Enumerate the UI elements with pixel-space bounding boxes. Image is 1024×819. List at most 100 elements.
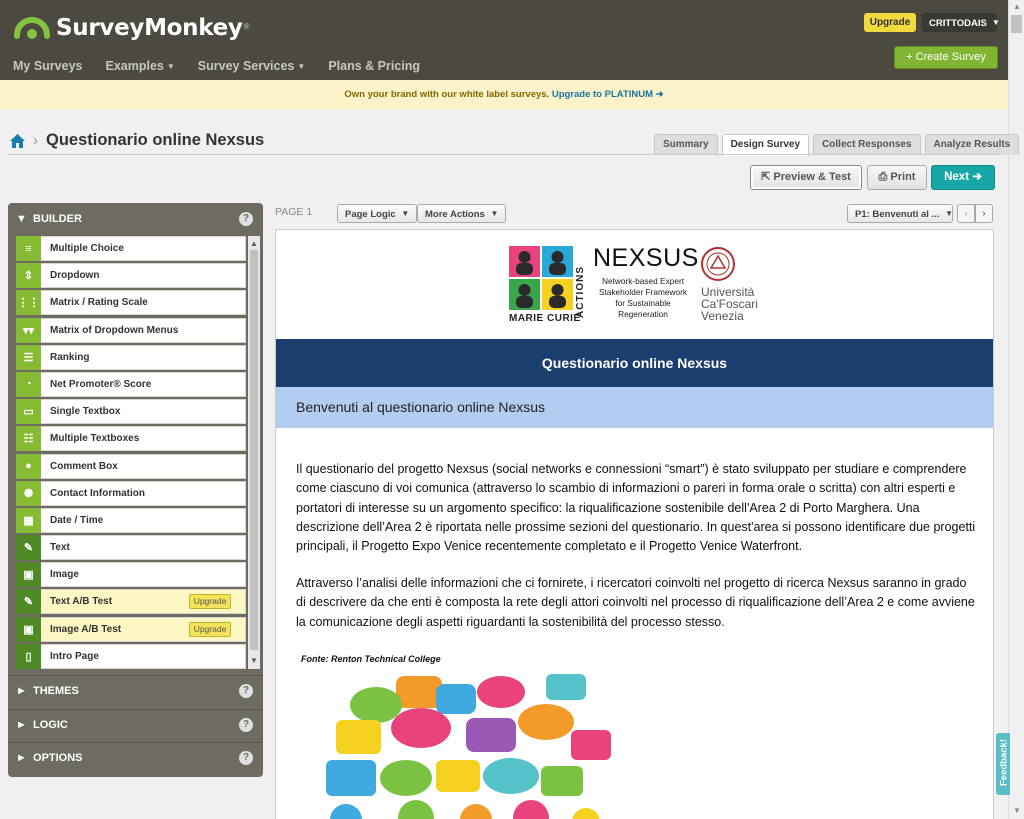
edit-icon: ✎: [16, 589, 41, 615]
page-title: Questionario online Nexsus: [46, 131, 265, 149]
builder-item-label: Single Textbox: [50, 406, 121, 418]
chevron-down-icon: ▼: [945, 209, 954, 218]
builder-header[interactable]: ▼ BUILDER ?: [8, 203, 263, 236]
builder-item-date-time[interactable]: ▦ Date / Time: [16, 507, 246, 533]
builder-item-text-a-b-test[interactable]: ✎ Text A/B Test Upgrade: [16, 589, 246, 615]
builder-item-matrix-of-dropdown-menus[interactable]: ▾▾ Matrix of Dropdown Menus: [16, 317, 246, 343]
builder-item-single-textbox[interactable]: ▭ Single Textbox: [16, 399, 246, 425]
nexsus-logo-subtitle: Network-based Expert Stakeholder Framewo…: [598, 276, 688, 319]
home-icon[interactable]: [10, 133, 25, 148]
promo-text: Own your brand with our white label surv…: [344, 89, 550, 100]
prev-page-button[interactable]: ‹: [957, 204, 975, 223]
feedback-tab[interactable]: Feedback!: [996, 733, 1010, 795]
help-icon[interactable]: ?: [239, 751, 253, 765]
image-icon: ▣: [16, 562, 41, 588]
scroll-down-icon[interactable]: ▼: [250, 656, 258, 665]
builder-item-comment-box[interactable]: ● Comment Box: [16, 453, 246, 479]
builder-item-matrix-rating-scale[interactable]: ⋮⋮ Matrix / Rating Scale: [16, 290, 246, 316]
survey-page-title-band: Benvenuti al questionario online Nexsus: [276, 387, 993, 428]
builder-item-image-a-b-test[interactable]: ▣ Image A/B Test Upgrade: [16, 616, 246, 642]
builder-item-label: Comment Box: [50, 460, 118, 472]
chevron-left-icon: ‹: [964, 208, 968, 218]
intro-paragraph-1: Il questionario del progetto Nexsus (soc…: [296, 462, 976, 554]
builder-item-net-promoter-score[interactable]: ◔ Net Promoter® Score: [16, 371, 246, 397]
page-number-label: PAGE 1: [275, 206, 313, 218]
nav-examples[interactable]: Examples ▼: [105, 59, 174, 73]
builder-item-multiple-textboxes[interactable]: ☷ Multiple Textboxes: [16, 426, 246, 452]
print-button[interactable]: ⎙ Print: [867, 165, 927, 190]
create-survey-button[interactable]: + Create Survey: [894, 46, 998, 69]
user-menu[interactable]: CRITTODAIS ▼: [922, 13, 1000, 32]
chevron-down-icon: ▼: [166, 62, 175, 71]
builder-item-multiple-choice[interactable]: ≡ Multiple Choice: [16, 236, 246, 261]
title-divider: [8, 154, 1000, 155]
nav-my-surveys[interactable]: My Surveys: [13, 59, 82, 73]
chevron-down-icon: ▼: [490, 209, 499, 218]
builder-item-label: Image: [50, 569, 79, 581]
tab-design-survey[interactable]: Design Survey: [721, 134, 810, 156]
tab-analyze-results[interactable]: Analyze Results: [924, 134, 1020, 155]
person-icon: ⚉: [16, 480, 41, 506]
page-scrollbar[interactable]: ▲ ▼: [1008, 0, 1024, 819]
feedback-label: Feedback!: [998, 739, 1010, 786]
next-page-button[interactable]: ›: [975, 204, 993, 223]
scroll-thumb[interactable]: [250, 250, 258, 650]
builder-item-label: Date / Time: [50, 514, 104, 526]
arrow-right-icon: ➔: [972, 171, 982, 183]
builder-item-image[interactable]: ▣ Image: [16, 562, 246, 588]
themes-section[interactable]: ► THEMES ?: [8, 675, 263, 708]
image-source-caption: Fonte: Renton Technical College: [301, 654, 441, 664]
builder-item-intro-page[interactable]: ▯ Intro Page: [16, 643, 246, 669]
scroll-down-icon[interactable]: ▼: [1013, 806, 1021, 815]
page-select-dropdown[interactable]: P1: Benvenuti al ... ▼: [847, 204, 953, 223]
chevron-down-icon: ▼: [401, 209, 410, 218]
preview-test-button[interactable]: ⇱ Preview & Test: [750, 165, 862, 190]
builder-scrollbar[interactable]: ▲ ▼: [248, 236, 260, 669]
breadcrumb-separator: ›: [33, 132, 38, 149]
scroll-thumb[interactable]: [1011, 15, 1022, 33]
scroll-up-icon[interactable]: ▲: [1013, 2, 1021, 11]
survey-tabs: Summary Design Survey Collect Responses …: [654, 134, 1023, 156]
options-section[interactable]: ► OPTIONS ?: [8, 742, 263, 775]
logic-section[interactable]: ► LOGIC ?: [8, 709, 263, 742]
next-button[interactable]: Next ➔: [931, 165, 995, 190]
page-logic-dropdown[interactable]: Page Logic ▼: [337, 204, 418, 223]
tab-collect-responses[interactable]: Collect Responses: [813, 134, 921, 155]
upgrade-badge[interactable]: Upgrade: [189, 594, 231, 610]
builder-item-text[interactable]: ✎ Text: [16, 535, 246, 561]
builder-item-label: Image A/B Test: [50, 623, 122, 635]
breadcrumb: › Questionario online Nexsus: [10, 131, 264, 150]
calendar-icon: ▦: [16, 507, 41, 533]
triangle-right-icon: ►: [16, 685, 27, 697]
tab-summary[interactable]: Summary: [654, 134, 718, 155]
intro-paragraph-2: Attraverso l’analisi delle informazioni …: [296, 576, 975, 629]
share-icon: ⇱: [761, 171, 771, 183]
monkey-logo-icon: [14, 16, 50, 39]
surveymonkey-logo[interactable]: SurveyMonkey ®: [14, 14, 250, 42]
chevron-down-icon: ▼: [991, 18, 1000, 27]
help-icon[interactable]: ?: [239, 684, 253, 698]
nexsus-logo-title: NEXSUS: [593, 244, 699, 272]
more-actions-dropdown[interactable]: More Actions ▼: [417, 204, 507, 223]
builder-item-ranking[interactable]: ☰ Ranking: [16, 344, 246, 370]
builder-item-dropdown[interactable]: ⇕ Dropdown: [16, 263, 246, 289]
question-type-list: ≡ Multiple Choice ⇕ Dropdown ⋮⋮ Matrix / Rati…: [16, 236, 246, 671]
university-name: Università Ca'Foscari Venezia: [701, 285, 758, 323]
nav-survey-services[interactable]: Survey Services ▼: [198, 59, 306, 73]
printer-icon: ⎙: [878, 171, 888, 183]
upgrade-badge[interactable]: Upgrade: [189, 621, 231, 637]
university-seal-icon: [701, 247, 735, 281]
upgrade-platinum-link[interactable]: Upgrade to PLATINUM ➜: [552, 89, 664, 100]
promo-banner: Own your brand with our white label surv…: [0, 80, 1008, 110]
survey-header-logos: ACTIONS MARIE CURIE NEXSUS Network-based…: [509, 244, 769, 326]
builder-item-contact-information[interactable]: ⚉ Contact Information: [16, 480, 246, 506]
builder-item-label: Contact Information: [50, 487, 145, 499]
builder-panel: ▼ BUILDER ? ≡ Multiple Choice ⇕ Dropdown ⋮⋮ M…: [8, 203, 263, 777]
help-icon[interactable]: ?: [239, 718, 253, 732]
comment-icon: ●: [16, 453, 41, 479]
help-icon[interactable]: ?: [239, 212, 253, 226]
nav-plans-pricing[interactable]: Plans & Pricing: [328, 59, 420, 73]
upgrade-button[interactable]: Upgrade: [864, 13, 916, 32]
builder-item-label: Ranking: [50, 351, 90, 363]
scroll-up-icon[interactable]: ▲: [250, 239, 258, 248]
